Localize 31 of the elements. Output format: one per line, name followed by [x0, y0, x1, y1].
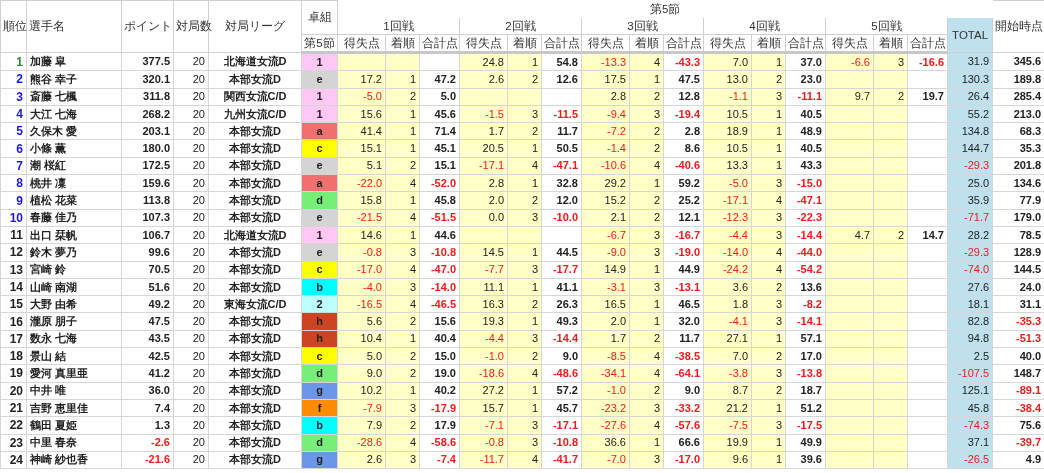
section-header: 第5節 — [337, 0, 993, 18]
rank-number: 8 — [16, 176, 23, 191]
rank-number: 11 — [10, 228, 23, 243]
rank-number: 24 — [9, 452, 23, 467]
rank-number: 15 — [9, 297, 23, 312]
column-header: ポイント — [121, 0, 174, 53]
rank-number: 6 — [16, 141, 23, 156]
rank-number: 7 — [16, 158, 23, 173]
rank-number: 18 — [9, 349, 23, 364]
rank-number: 20 — [9, 383, 23, 398]
rank-number: 13 — [9, 262, 23, 277]
column-header: 開始時点 — [992, 0, 1044, 53]
column-header: TOTAL — [947, 17, 993, 53]
rank-number: 19 — [9, 366, 23, 381]
rank-number: 16 — [9, 314, 23, 329]
rank-number: 22 — [9, 418, 23, 433]
rank-number: 3 — [16, 89, 23, 104]
rank-number: 14 — [9, 280, 23, 294]
rank-number: 1 — [16, 54, 23, 69]
rank-number: 2 — [16, 72, 23, 87]
rank-number: 12 — [9, 245, 23, 260]
column-header: 選手名 — [26, 0, 122, 53]
rank-number: 10 — [9, 210, 23, 225]
rank-number: 21 — [9, 401, 23, 416]
rank-number: 23 — [9, 435, 23, 450]
rank-number: 4 — [16, 107, 23, 122]
rank-number: 9 — [16, 193, 23, 208]
column-header: 順位 — [0, 0, 27, 53]
rank-number: 17 — [9, 331, 23, 346]
rank-number: 5 — [16, 124, 23, 139]
column-header: 卓組 — [301, 0, 338, 35]
